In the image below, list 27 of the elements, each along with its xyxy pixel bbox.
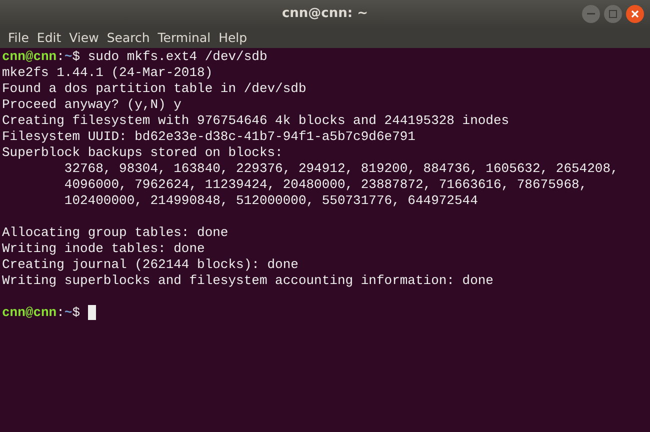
maximize-icon [609, 10, 617, 18]
menu-item[interactable]: Help [214, 28, 252, 48]
menu-item[interactable]: Edit [32, 28, 66, 48]
output-line: Creating journal (262144 blocks): done [2, 257, 298, 272]
minimize-icon [587, 13, 595, 15]
minimize-button[interactable] [582, 5, 600, 23]
output-line: 4096000, 7962624, 11239424, 20480000, 23887872, 71663616, 78675968, [64, 177, 588, 192]
output-line: Writing inode tables: done [2, 241, 205, 256]
menu-item[interactable]: Terminal [154, 28, 215, 48]
output-line: Writing superblocks and filesystem accounting information: done [2, 273, 494, 288]
prompt-line: cnn@cnn:~$ [2, 305, 82, 320]
output-line: mke2fs 1.44.1 (24-Mar-2018) [2, 65, 213, 80]
output-line: Filesystem UUID: bd62e33e-d38c-41b7-94f1-a5b7c9d6e791 [2, 129, 416, 144]
close-button[interactable] [626, 5, 644, 23]
close-icon [631, 10, 639, 18]
output-line: Allocating group tables: done [2, 225, 228, 240]
menu-item[interactable]: Search [102, 28, 154, 48]
window-title: cnn@cnn: ~ [282, 5, 368, 24]
output-line: Creating filesystem with 976754646 4k blocks and 244195328 inodes [2, 113, 510, 128]
output-line: Superblock backups stored on blocks: [2, 145, 283, 160]
menu-item[interactable]: View [65, 28, 103, 48]
output-line: Found a dos partition table in /dev/sdb [2, 81, 306, 96]
output-line: 32768, 98304, 163840, 229376, 294912, 819200, 884736, 1605632, 2654208, [64, 161, 618, 176]
output-line: Proceed anyway? (y,N) y [2, 97, 182, 112]
output-line: 102400000, 214990848, 512000000, 550731776, 644972544 [64, 193, 478, 208]
prompt-line: cnn@cnn:~$ sudo mkfs.ext4 /dev/sdb [2, 49, 268, 64]
menu-item[interactable]: File [4, 28, 33, 48]
